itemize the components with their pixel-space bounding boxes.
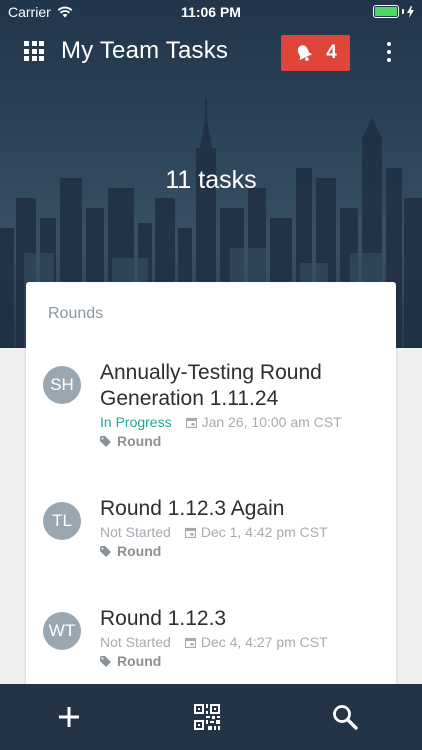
page-title: My Team Tasks: [61, 37, 229, 64]
charging-icon: [407, 5, 414, 18]
avatar: WT: [43, 612, 81, 650]
tag-icon: [100, 545, 111, 557]
plus-icon: [59, 707, 79, 727]
date-text: Jan 26, 10:00 am CST: [201, 414, 342, 430]
tag-label: Round: [117, 543, 162, 559]
task-item[interactable]: TL Round 1.12.3 Again Not Started Dec 1,…: [26, 497, 396, 612]
battery-icon: [373, 5, 399, 18]
notification-count: 4: [326, 42, 337, 63]
task-tag: Round: [100, 433, 161, 449]
date-text: Dec 1, 4:42 pm CST: [200, 524, 328, 540]
add-button[interactable]: [53, 701, 85, 733]
avatar: SH: [43, 366, 81, 404]
task-meta: In Progress Jan 26, 10:00 am CST: [100, 414, 342, 430]
task-meta: Not Started Dec 4, 4:27 pm CST: [100, 634, 328, 650]
bottom-toolbar: [0, 684, 422, 750]
tag-icon: [100, 435, 111, 447]
notifications-button[interactable]: 4: [281, 35, 350, 71]
task-tag: Round: [100, 653, 161, 669]
search-icon: [333, 705, 358, 730]
tag-label: Round: [117, 433, 162, 449]
card-header: Rounds: [48, 305, 104, 322]
rounds-card: Rounds SH Annually-Testing Round Generat…: [26, 282, 396, 702]
grid-icon[interactable]: [24, 41, 44, 61]
battery-indicator: [373, 5, 414, 18]
qr-code-icon: [194, 704, 220, 730]
status-label: In Progress: [100, 414, 172, 430]
tag-icon: [100, 655, 111, 667]
due-date: Dec 1, 4:42 pm CST: [184, 524, 328, 540]
search-button[interactable]: [329, 701, 361, 733]
status-bar: Carrier 11:06 PM: [0, 0, 422, 24]
calendar-icon: [184, 637, 196, 648]
scan-button[interactable]: [191, 701, 223, 733]
task-item[interactable]: SH Annually-Testing Round Generation 1.1…: [26, 361, 396, 476]
clock: 11:06 PM: [181, 4, 241, 20]
task-count: 11 tasks: [165, 166, 257, 194]
task-tag: Round: [100, 543, 161, 559]
battery-level: [375, 7, 397, 16]
task-meta: Not Started Dec 1, 4:42 pm CST: [100, 524, 328, 540]
date-text: Dec 4, 4:27 pm CST: [200, 634, 328, 650]
task-title: Round 1.12.3: [100, 607, 227, 630]
due-date: Jan 26, 10:00 am CST: [185, 414, 342, 430]
bell-icon: [298, 45, 313, 61]
status-label: Not Started: [100, 634, 171, 650]
avatar: TL: [43, 502, 81, 540]
due-date: Dec 4, 4:27 pm CST: [184, 634, 328, 650]
status-label: Not Started: [100, 524, 171, 540]
task-title: Round 1.12.3 Again: [100, 497, 285, 520]
app-bar: My Team Tasks 4: [0, 28, 422, 78]
calendar-icon: [185, 417, 197, 428]
more-vertical-icon[interactable]: [382, 40, 396, 64]
calendar-icon: [184, 527, 196, 538]
task-title: Annually-Testing Round Generation 1.11.2…: [100, 361, 322, 410]
tag-label: Round: [117, 653, 162, 669]
